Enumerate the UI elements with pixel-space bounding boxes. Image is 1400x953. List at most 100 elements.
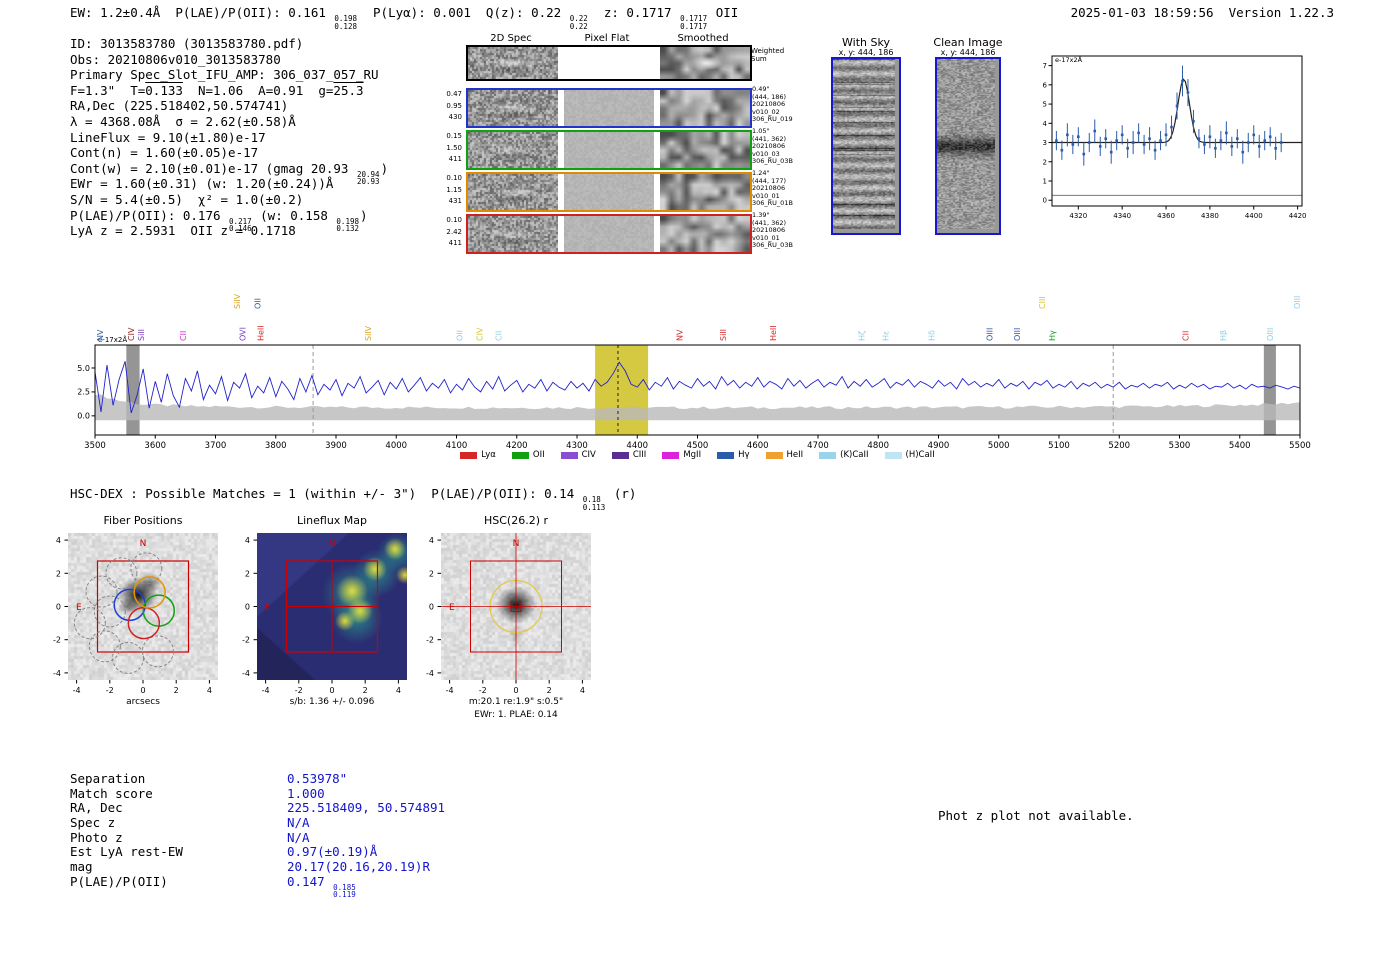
- svg-text:OIII: OIII: [1293, 296, 1302, 309]
- match-row: Separation 0.53978": [70, 771, 445, 787]
- weighted-smoothed-image: [660, 47, 750, 79]
- match-row-value: 225.518409, 50.574891: [287, 800, 446, 816]
- svg-text:6: 6: [1043, 81, 1048, 89]
- match-row: Photo z N/A: [70, 829, 445, 846]
- match-row-label: Photo z: [70, 829, 123, 845]
- svg-text:0.0: 0.0: [77, 412, 90, 421]
- sup-sub-value: 0.198 0.128: [334, 14, 357, 31]
- svg-text:CII: CII: [495, 331, 504, 341]
- svg-text:4: 4: [580, 686, 585, 695]
- fiber-2dspec-image: [468, 132, 558, 168]
- legend-item: Hγ: [717, 450, 750, 460]
- svg-text:2.5: 2.5: [77, 388, 90, 397]
- svg-text:SiII: SiII: [137, 329, 146, 341]
- fiber-row-weights: 0.10 1.15 431: [446, 174, 462, 205]
- match-row-label: mag: [70, 859, 93, 875]
- fiber-2dspec-image: [468, 174, 558, 210]
- fiber-2dspec-image: [468, 90, 558, 126]
- match-row-value: 0.97(±0.19)Å: [287, 844, 378, 860]
- elixer-detection-report: EW: 1.2±0.4Å P(LAE)/P(OII): 0.161 0.198 0…: [0, 0, 1400, 953]
- with-sky-image: [831, 57, 901, 235]
- match-info-table: Separation 0.53978" Match score 1.000 RA, De…: [70, 771, 445, 900]
- match-row: Match score 1.000: [70, 786, 445, 802]
- match-row-label: RA, Dec: [70, 800, 123, 816]
- legend-swatch: [560, 451, 578, 459]
- svg-text:Hγ: Hγ: [1048, 330, 1057, 341]
- cutout-axes-lineflux: -4 -4 -2 -2 0 0 2 2 4 4 N E: [242, 536, 401, 695]
- info-line: F=1.3" T=0.133 N=1.06 A=0.91 g=25.3: [70, 82, 364, 98]
- svg-text:NV: NV: [96, 329, 105, 341]
- svg-text:4: 4: [429, 536, 434, 545]
- svg-text:CIV: CIV: [475, 327, 484, 341]
- svg-text:HeII: HeII: [769, 325, 778, 341]
- fiber-row-meta: 1.39" (441, 362) 20210806 v010_01 306_RU_03B: [752, 211, 793, 250]
- svg-text:0: 0: [56, 603, 61, 612]
- fiber-row-weights: 0.47 0.95 430: [446, 90, 462, 121]
- svg-text:OIII: OIII: [986, 328, 995, 341]
- fiber-2dspec-image: [468, 216, 558, 252]
- hsc-match-line: HSC-DEX : Possible Matches = 1 (within +…: [70, 486, 637, 512]
- svg-text:0: 0: [329, 686, 334, 695]
- svg-text:4420: 4420: [1289, 212, 1307, 220]
- svg-text:3: 3: [1043, 139, 1047, 147]
- sup-sub-value: 0.185 0.119: [333, 882, 356, 900]
- match-row: mag 20.17(20.16,20.19)R: [70, 859, 445, 875]
- svg-text:Hδ: Hδ: [927, 330, 936, 341]
- match-row-value: N/A: [287, 815, 310, 831]
- match-row-value: 0.147 0.185 0.119: [287, 873, 356, 900]
- legend-swatch: [662, 451, 680, 459]
- fiber-row-meta: 1.24" (444, 177) 20210806 v010_01 306_RU_01B: [752, 169, 793, 208]
- legend-swatch: [717, 451, 735, 459]
- svg-text:2: 2: [547, 686, 552, 695]
- legend-swatch: [884, 451, 902, 459]
- north-label: N: [140, 539, 147, 549]
- svg-text:4: 4: [396, 686, 401, 695]
- svg-text:-2: -2: [106, 686, 114, 695]
- legend-item: (H)CaII: [884, 450, 935, 460]
- svg-text:-4: -4: [53, 669, 61, 678]
- svg-text:2: 2: [245, 569, 250, 578]
- svg-text:-4: -4: [242, 669, 250, 678]
- svg-text:0: 0: [140, 686, 145, 695]
- info-line: Cont(n) = 1.60(±0.05)e-17: [70, 145, 259, 161]
- svg-text:7: 7: [1043, 62, 1047, 70]
- svg-text:2: 2: [1043, 158, 1047, 166]
- svg-text:-2: -2: [295, 686, 303, 695]
- legend-item: CIV: [560, 450, 596, 460]
- cutout-footer-fiber: arcsecs: [126, 697, 160, 707]
- cutout-axes-hsc: -4 -4 -2 -2 0 0 2 2 4 4 N E: [426, 533, 591, 695]
- svg-text:SiIV: SiIV: [364, 325, 373, 341]
- match-row-label: P(LAE)/P(OII): [70, 873, 168, 889]
- spec2d-header-pixelflat: Pixel Flat: [584, 33, 630, 44]
- spec2d-fiber-row: [466, 172, 752, 212]
- fiber-smoothed-image: [660, 132, 750, 168]
- info-line: P(LAE)/P(OII): 0.176 0.217 0.146 (w: 0.15…: [70, 207, 368, 234]
- svg-text:4380: 4380: [1201, 212, 1219, 220]
- fiber-smoothed-image: [660, 216, 750, 252]
- cutout-footer-lineflux: s/b: 1.36 +/- 0.096: [289, 697, 375, 707]
- clean-image: [935, 57, 1001, 235]
- svg-text:Hε: Hε: [882, 331, 891, 341]
- svg-text:0: 0: [245, 603, 250, 612]
- photz-note: Phot z plot not available.: [938, 808, 1134, 823]
- svg-text:OIII: OIII: [1013, 328, 1022, 341]
- line-fit-chart: 0 1 2 3 4 5 6 7 4320 4340 4360 4380 4400 4420 e-17x2Å: [1043, 55, 1307, 220]
- match-row: RA, Dec 225.518409, 50.574891: [70, 801, 445, 816]
- spec2d-header-smoothed: Smoothed: [677, 33, 729, 44]
- legend-swatch: [511, 451, 529, 459]
- info-line: Obs: 20210806v010_3013583780: [70, 51, 281, 67]
- svg-text:e-17x2Å: e-17x2Å: [1055, 55, 1083, 64]
- svg-text:-4: -4: [262, 686, 270, 695]
- svg-text:-2: -2: [242, 636, 250, 645]
- svg-text:SiII: SiII: [719, 329, 728, 341]
- clean-image-coords: x, y: 444, 186: [940, 48, 996, 57]
- svg-text:4320: 4320: [1069, 212, 1087, 220]
- spectrum-legend: Lyα OII CIV CIII MgII Hγ HeII (K)CaII (H)CaII: [95, 450, 1300, 460]
- legend-item: CIII: [611, 450, 646, 460]
- svg-text:2: 2: [56, 569, 61, 578]
- svg-text:CIV: CIV: [127, 327, 136, 341]
- weighted-2dspec-image: [468, 47, 558, 79]
- spec2d-fiber-row: [466, 214, 752, 254]
- match-row: Est LyA rest-EW 0.97(±0.19)Å: [70, 845, 445, 860]
- fiber-pixelflat-image: [564, 174, 654, 210]
